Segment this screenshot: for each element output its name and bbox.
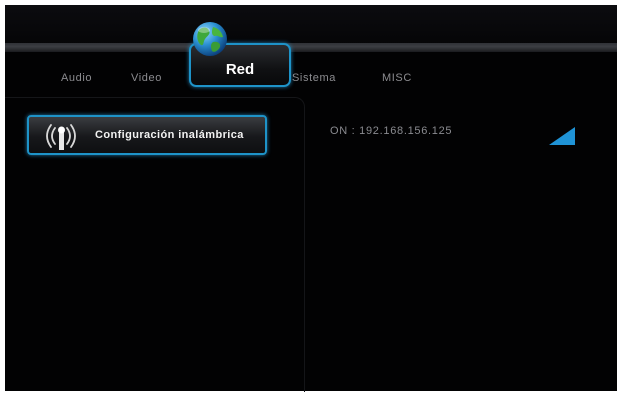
wireless-antenna-icon <box>46 124 76 150</box>
settings-screen: Audio Video Red Sistema MISC Configuraci… <box>5 5 617 392</box>
menu-item-wireless-config[interactable]: Configuración inalámbrica <box>27 115 267 155</box>
globe-icon <box>193 22 227 56</box>
tab-sistema[interactable]: Sistema <box>292 72 336 84</box>
tab-video[interactable]: Video <box>131 72 162 84</box>
tab-red-label: Red <box>225 61 255 78</box>
header-band <box>5 5 617 45</box>
menu-item-label: Configuración inalámbrica <box>95 129 244 141</box>
header-stripe <box>5 43 617 52</box>
connection-status: ON : 192.168.156.125 <box>330 125 453 137</box>
signal-strength-icon <box>549 127 575 145</box>
tab-audio[interactable]: Audio <box>61 72 92 84</box>
tab-misc[interactable]: MISC <box>382 72 412 84</box>
